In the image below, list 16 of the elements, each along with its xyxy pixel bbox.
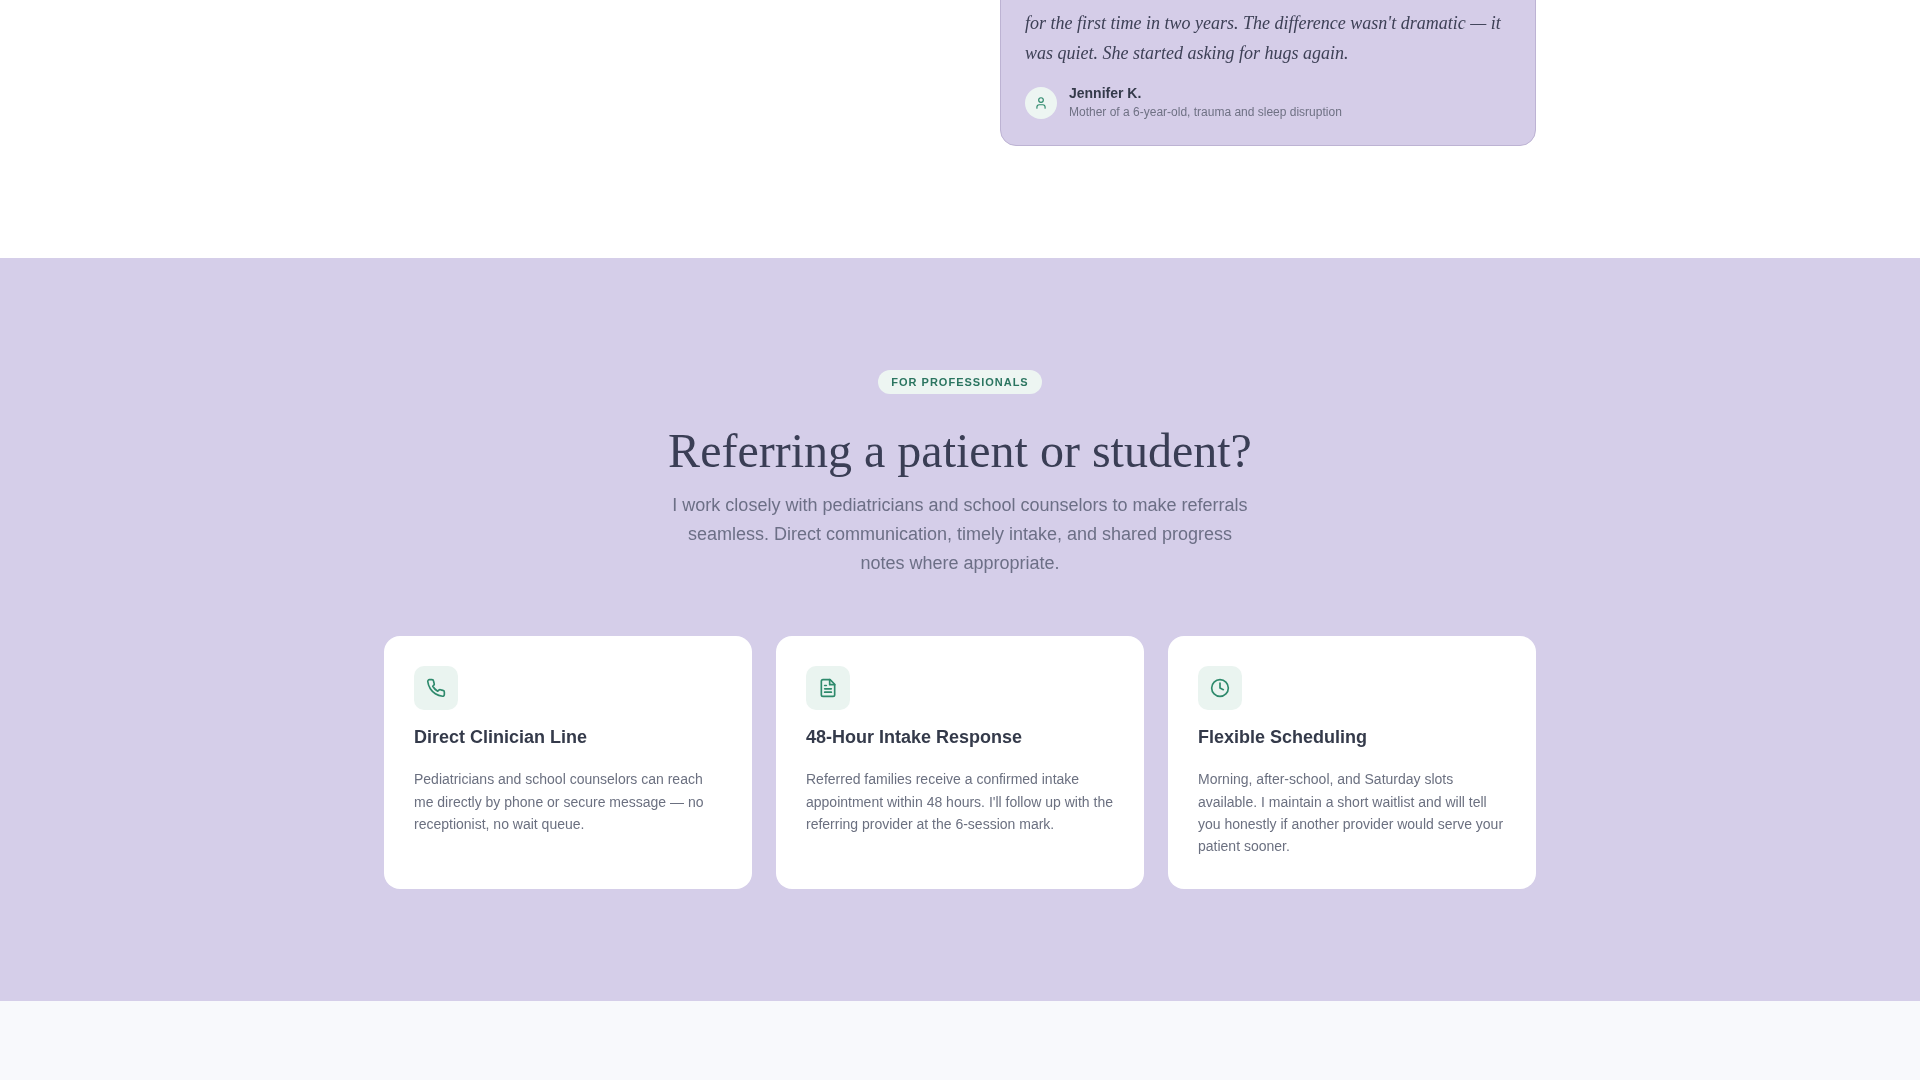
document-icon [806, 665, 850, 710]
clock-icon [1198, 665, 1242, 710]
card-description: Pediatricians and school counselors can reach me directly by phone or secure message — no receptionist, no wait queue. [414, 770, 705, 834]
phone-icon [414, 665, 458, 710]
author-name: Jennifer K. [1069, 84, 1143, 104]
section-heading: Referring a patient or student? [668, 422, 1252, 479]
user-icon [1025, 86, 1057, 119]
card-description: Referred families receive a confirmed intake appointment within 48 hours. I'll follow up with the referring provider at the 6-session mark. [806, 770, 1114, 834]
card-description: Morning, after-school, and Saturday slots available. I maintain a short waitlist and will tell you honestly if another provider would serve your patient sooner. [1198, 770, 1505, 857]
section-tag: FOR PROFESSIONALS [878, 369, 1042, 394]
testimonial-quote: for the first time in two years. The difference wasn't dramatic — it was quiet. She started asking for hugs again. [1025, 12, 1502, 65]
section-intro: I work closely with pediatricians and school counselors to make referrals seamless. Direct communication, timely intake, and shared progress notes where appropriate. [671, 494, 1249, 575]
card-title: Direct Clinician Line [414, 725, 589, 749]
card-title: Flexible Scheduling [1198, 725, 1369, 749]
card-title: 48-Hour Intake Response [806, 725, 1024, 749]
author-detail: Mother of a 6-year-old, trauma and sleep disruption [1069, 104, 1342, 121]
